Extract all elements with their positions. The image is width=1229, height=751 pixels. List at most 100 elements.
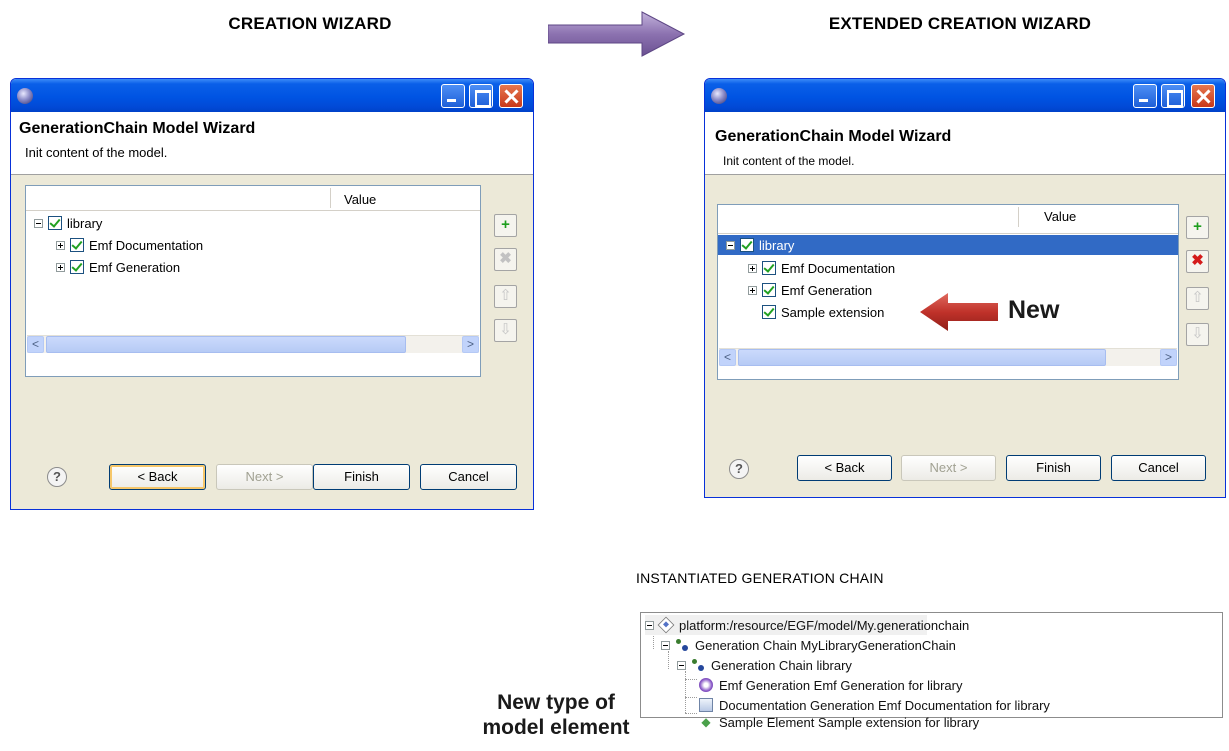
scroll-right-button[interactable]: >	[462, 336, 479, 353]
minimize-button[interactable]	[1133, 84, 1157, 108]
back-button[interactable]: < Back	[797, 455, 892, 481]
back-button[interactable]: < Back	[109, 464, 206, 490]
add-button[interactable]: +	[494, 214, 517, 237]
checkbox[interactable]	[762, 261, 776, 275]
expand-toggle-icon[interactable]	[748, 263, 757, 273]
tree-item-emf-documentation[interactable]: Emf Documentation	[748, 258, 895, 278]
scroll-thumb[interactable]	[738, 349, 1106, 366]
wizard-title: GenerationChain Model Wizard	[19, 120, 256, 137]
tree-item-label: library	[67, 215, 103, 231]
resource-node[interactable]: platform:/resource/EGF/model/My.generati…	[645, 615, 969, 635]
next-button[interactable]: Next >	[901, 455, 996, 481]
checkbox[interactable]	[762, 283, 776, 297]
tree-item-label: platform:/resource/EGF/model/My.generati…	[679, 617, 970, 633]
minimize-button[interactable]	[441, 84, 465, 108]
eclipse-icon	[711, 88, 727, 104]
collapse-toggle-icon[interactable]	[726, 240, 735, 250]
add-button[interactable]: +	[1186, 216, 1209, 239]
maximize-button[interactable]	[1161, 84, 1185, 108]
remove-button[interactable]: ✖	[1186, 250, 1209, 273]
title-bar	[11, 79, 533, 112]
wizard-header: GenerationChain Model Wizard Init conten…	[705, 112, 1225, 175]
close-button[interactable]	[499, 84, 523, 108]
tree-item-label: Sample extension	[781, 304, 885, 320]
checkbox[interactable]	[70, 238, 84, 252]
scroll-thumb[interactable]	[46, 336, 406, 353]
creation-wizard-window: GenerationChain Model Wizard Init conten…	[10, 78, 534, 510]
tree-item-emf-documentation[interactable]: Emf Documentation	[56, 235, 203, 255]
tree-item-label: Emf Documentation	[781, 260, 896, 276]
remove-button[interactable]: ✖	[494, 248, 517, 271]
cancel-button[interactable]: Cancel	[1111, 455, 1206, 481]
horizontal-scrollbar[interactable]: < >	[719, 348, 1177, 366]
title-bar	[705, 79, 1225, 112]
value-column-header[interactable]: Value	[1044, 209, 1076, 224]
generation-chain-library-node[interactable]: Generation Chain library	[677, 655, 852, 675]
extended-creation-wizard-window: GenerationChain Model Wizard Init conten…	[704, 78, 1226, 498]
close-button[interactable]	[1191, 84, 1215, 108]
move-up-button[interactable]: ⇧	[1186, 287, 1209, 310]
move-up-button[interactable]: ⇧	[494, 285, 517, 308]
value-column-header[interactable]: Value	[344, 192, 376, 207]
expand-toggle-icon[interactable]	[748, 285, 757, 295]
wizard-header: GenerationChain Model Wizard Init conten…	[11, 112, 533, 175]
generation-chain-node[interactable]: Generation Chain MyLibraryGenerationChai…	[661, 635, 956, 655]
expand-toggle-icon[interactable]	[56, 262, 65, 272]
move-down-button[interactable]: ⇩	[1186, 323, 1209, 346]
generation-chain-icon	[691, 658, 705, 672]
generation-chain-icon	[675, 638, 689, 652]
help-icon[interactable]: ?	[47, 467, 67, 487]
checkbox[interactable]	[48, 216, 62, 230]
tree-item-emf-generation[interactable]: Emf Generation	[56, 257, 180, 277]
tree-item-label: Emf Documentation	[89, 237, 204, 253]
collapse-toggle-icon[interactable]	[677, 660, 686, 670]
expand-toggle-icon[interactable]	[56, 240, 65, 250]
wizard-title: GenerationChain Model Wizard	[715, 128, 952, 145]
tree-connector	[685, 671, 686, 713]
collapse-toggle-icon[interactable]	[645, 620, 654, 630]
emf-generation-icon	[699, 678, 713, 692]
scroll-right-button[interactable]: >	[1160, 349, 1177, 366]
checkbox[interactable]	[762, 305, 776, 319]
scroll-left-button[interactable]: <	[719, 349, 736, 366]
tree-item-library[interactable]: library	[34, 213, 102, 233]
extended-creation-wizard-caption: EXTENDED CREATION WIZARD	[828, 14, 1092, 33]
tree-connector	[685, 713, 697, 714]
help-icon[interactable]: ?	[729, 459, 749, 479]
new-item-arrow	[920, 293, 998, 331]
checkbox[interactable]	[740, 238, 754, 252]
documentation-generation-node[interactable]: Documentation Generation Emf Documentati…	[699, 695, 1050, 715]
tree-item-label: Generation Chain library	[711, 657, 852, 673]
tree-item-label: Generation Chain MyLibraryGenerationChai…	[695, 637, 956, 653]
header-divider	[718, 233, 1178, 234]
scroll-left-button[interactable]: <	[27, 336, 44, 353]
new-type-line-2: model element	[482, 716, 630, 739]
maximize-button[interactable]	[469, 84, 493, 108]
next-button[interactable]: Next >	[216, 464, 313, 490]
eclipse-icon	[17, 88, 33, 104]
generation-chain-tree: platform:/resource/EGF/model/My.generati…	[640, 612, 1223, 730]
tree-connector	[685, 679, 697, 680]
tree-connector	[685, 697, 697, 698]
horizontal-scrollbar[interactable]: < >	[27, 335, 479, 353]
collapse-toggle-icon[interactable]	[34, 218, 43, 228]
checkbox[interactable]	[70, 260, 84, 274]
tree-item-emf-generation[interactable]: Emf Generation	[748, 280, 872, 300]
header-divider	[26, 210, 480, 211]
wizard-description: Init content of the model.	[25, 145, 168, 160]
cancel-button[interactable]: Cancel	[420, 464, 517, 490]
tree-item-label: Emf Generation Emf Generation for librar…	[719, 677, 963, 693]
tree-item-library[interactable]: library	[718, 235, 1178, 255]
finish-button[interactable]: Finish	[1006, 455, 1101, 481]
tree-item-label: library	[759, 237, 795, 253]
tree-item-label: Documentation Generation Emf Documentati…	[719, 697, 1050, 713]
finish-button[interactable]: Finish	[313, 464, 410, 490]
move-down-button[interactable]: ⇩	[494, 319, 517, 342]
tree-item-label: Emf Generation	[89, 259, 181, 275]
emf-generation-node[interactable]: Emf Generation Emf Generation for librar…	[699, 675, 963, 695]
sample-element-node[interactable]: ◆ Sample Element Sample extension for li…	[699, 713, 979, 731]
tree-item-sample-extension[interactable]: Sample extension	[762, 302, 884, 322]
tree-item-label: Emf Generation	[781, 282, 873, 298]
collapse-toggle-icon[interactable]	[661, 640, 670, 650]
tree-panel: Value library Emf Documentation Emf Gene…	[25, 185, 481, 377]
